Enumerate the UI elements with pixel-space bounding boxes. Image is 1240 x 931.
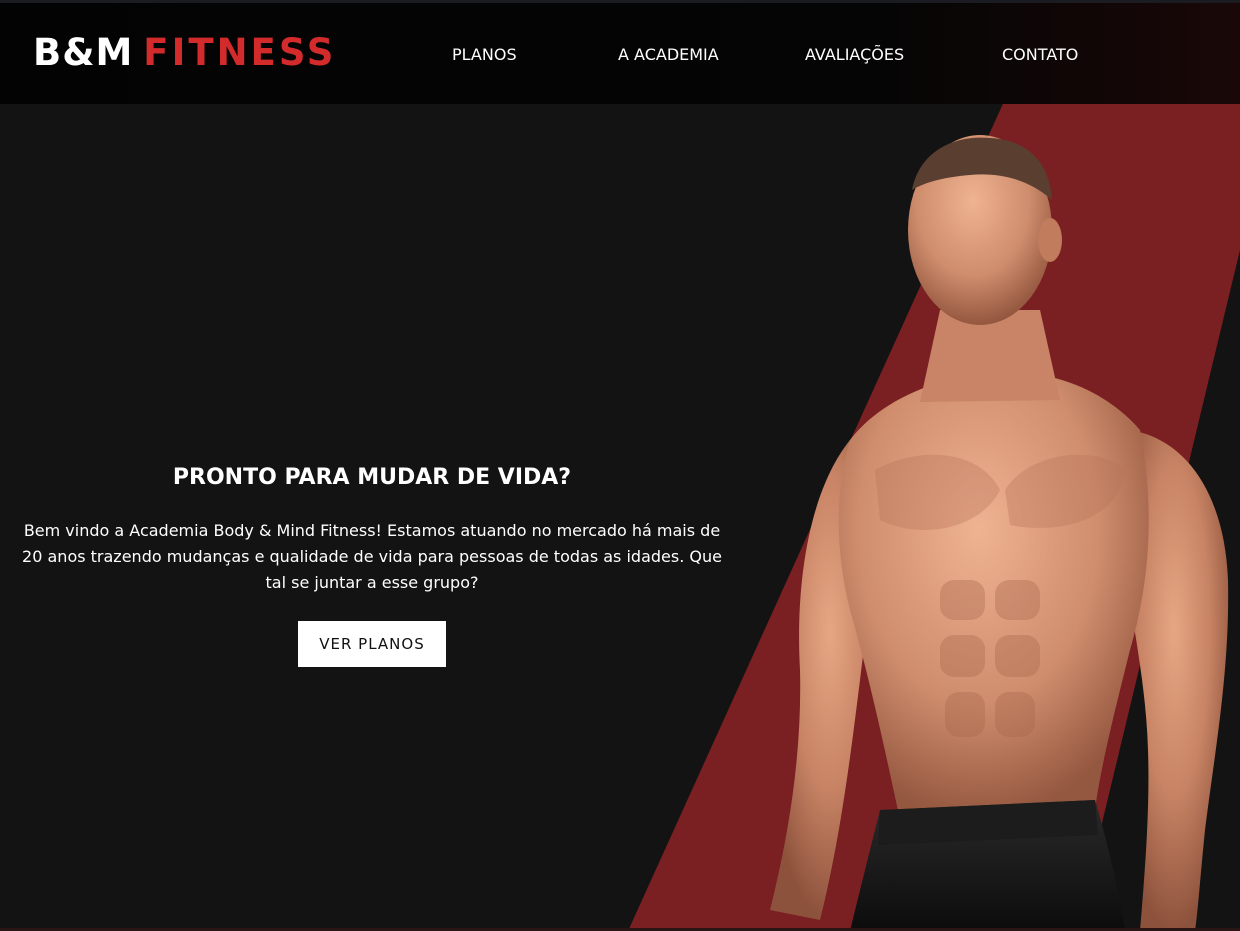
brand-logo[interactable]: B&M FITNESS	[33, 33, 336, 73]
brand-logo-part1: B&M	[33, 31, 134, 74]
nav-item-planos[interactable]: PLANOS	[452, 45, 517, 65]
bodybuilder-image	[770, 135, 1229, 931]
hero-description: Bem vindo a Academia Body & Mind Fitness…	[22, 521, 722, 592]
nav-item-contato[interactable]: CONTATO	[1002, 45, 1078, 65]
brand-logo-part2: FITNESS	[143, 31, 337, 74]
hero-section: PRONTO PARA MUDAR DE VIDA? Bem vindo a A…	[20, 462, 724, 667]
nav-item-avaliacoes[interactable]: AVALIAÇÕES	[805, 45, 904, 65]
site-header: B&M FITNESS PLANOS A ACADEMIA AVALIAÇÕES …	[0, 0, 1240, 104]
hero-title: PRONTO PARA MUDAR DE VIDA?	[172, 465, 572, 490]
nav-item-a-academia[interactable]: A ACADEMIA	[618, 45, 719, 65]
ver-planos-button[interactable]: VER PLANOS	[298, 621, 446, 667]
page: B&M FITNESS PLANOS A ACADEMIA AVALIAÇÕES …	[0, 0, 1240, 931]
